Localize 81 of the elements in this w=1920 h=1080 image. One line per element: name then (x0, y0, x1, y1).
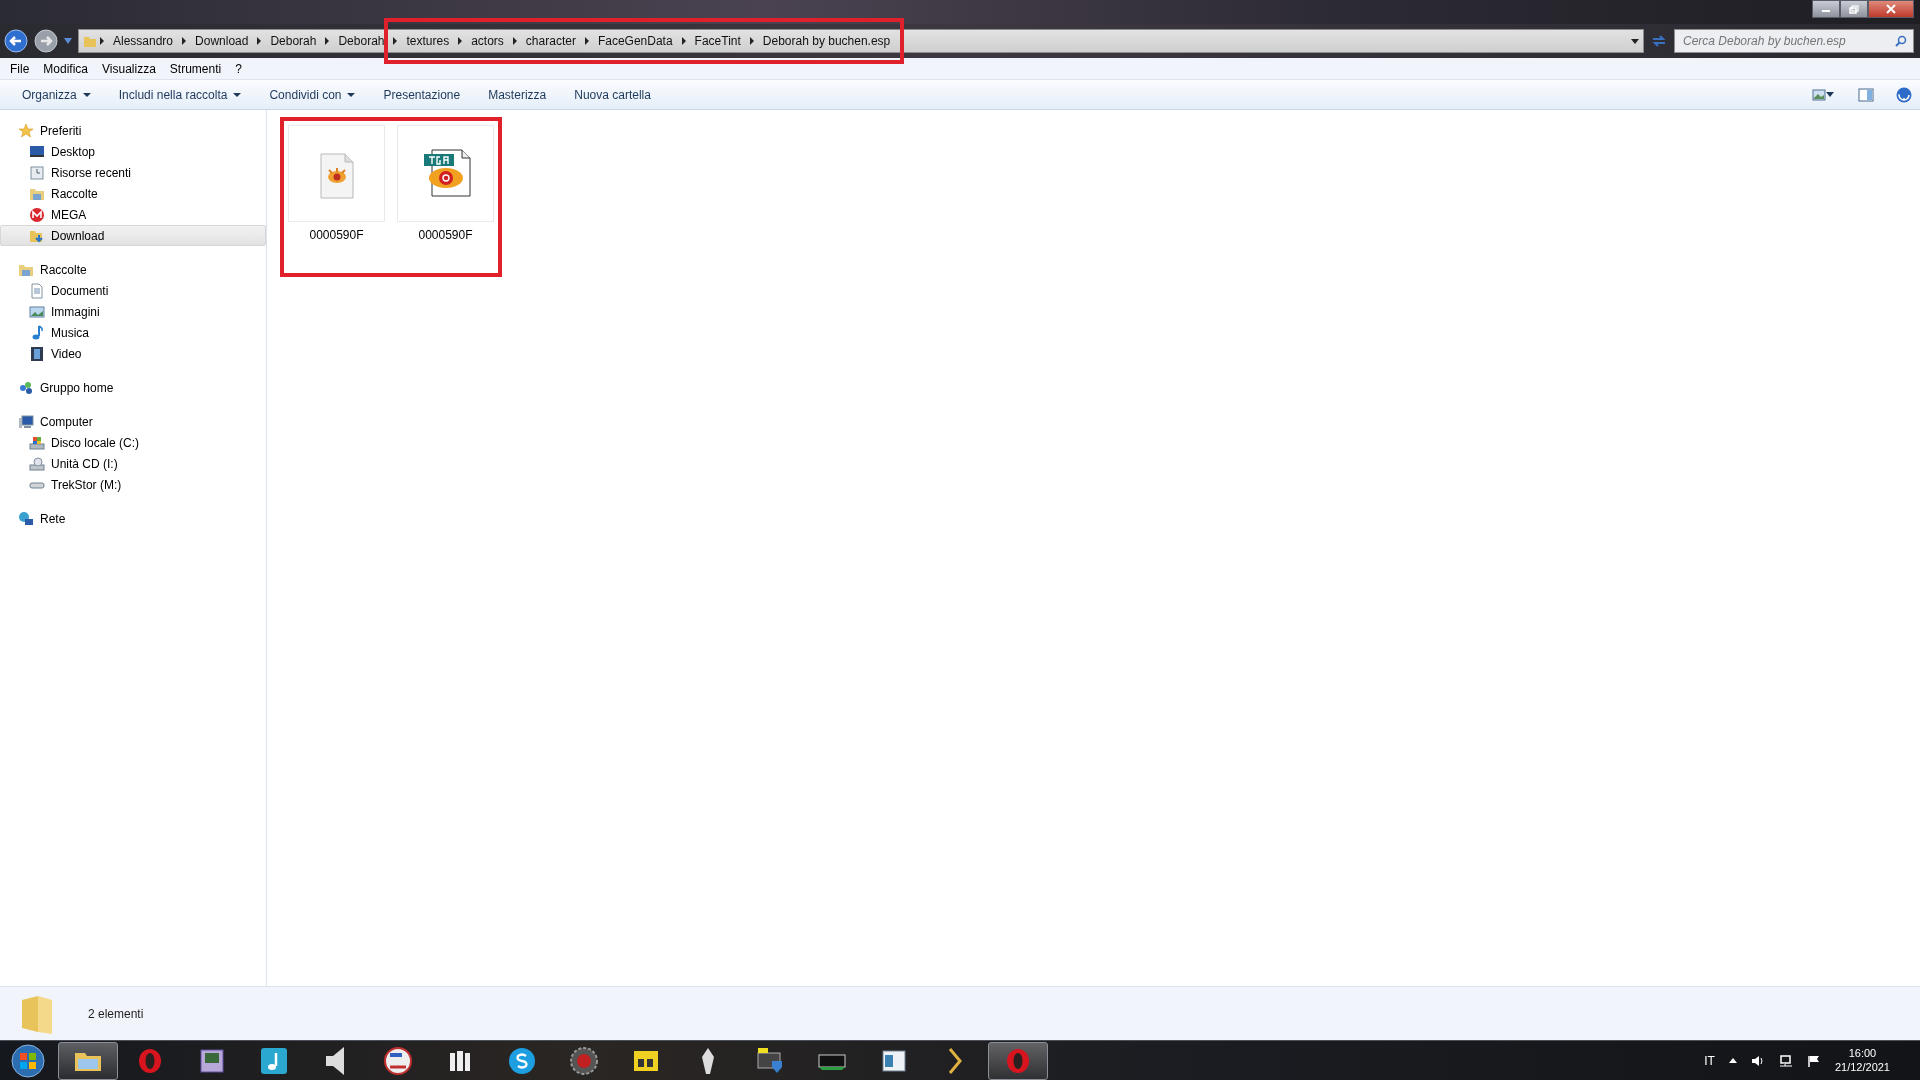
menu-item[interactable]: File (4, 58, 36, 79)
breadcrumb[interactable]: Deborah (332, 32, 391, 50)
search-icon (1895, 35, 1907, 47)
menu-item[interactable]: Visualizza (96, 58, 162, 79)
back-icon[interactable] (4, 29, 28, 53)
maximize-button[interactable] (1840, 0, 1868, 18)
star-icon (18, 122, 34, 139)
network-icon[interactable] (1778, 1054, 1793, 1067)
sidebar-item[interactable]: Unità CD (I:) (0, 453, 266, 474)
toolbar-button[interactable]: Presentazione (369, 82, 475, 107)
dropdown-caret-icon[interactable] (1826, 92, 1834, 97)
sidebar-item[interactable]: MEGA (0, 204, 266, 225)
menu-item[interactable]: ? (229, 58, 248, 79)
homegroup-icon (18, 379, 34, 396)
menu-item[interactable]: Modifica (37, 58, 95, 79)
sidebar-group[interactable]: Gruppo home (0, 377, 266, 398)
restore-icon (1849, 4, 1859, 14)
breadcrumb[interactable]: FaceTint (688, 32, 747, 50)
image-icon (29, 303, 45, 320)
document-icon (29, 282, 45, 299)
toolbar-button[interactable]: Condividi con (255, 82, 370, 107)
sidebar-item[interactable]: Video (0, 343, 266, 364)
globe-icon (18, 510, 34, 527)
sidebar-group[interactable]: Preferiti (0, 120, 266, 141)
sidebar-item[interactable]: Raccolte (0, 183, 266, 204)
folder-icon (83, 34, 97, 48)
sidebar-item[interactable]: Desktop (0, 141, 266, 162)
round-logo-icon (382, 1044, 414, 1077)
breadcrumb[interactable]: FaceGenData (591, 32, 679, 50)
caret-icon (82, 92, 91, 97)
menu-item[interactable]: Strumenti (163, 58, 228, 79)
clock-date[interactable]: 21/12/2021 (1834, 1060, 1890, 1075)
clock-time[interactable]: 16:00 (1848, 1046, 1877, 1061)
minimize-button[interactable] (1812, 0, 1840, 18)
computer-icon (18, 413, 34, 430)
film-icon (29, 345, 45, 362)
clock-icon (29, 164, 45, 181)
sidebar-group[interactable]: Rete (0, 508, 266, 529)
dropdown-caret-icon[interactable] (1631, 38, 1639, 44)
taskbar-app[interactable] (58, 1041, 118, 1080)
language-indicator[interactable]: IT (1704, 1051, 1715, 1070)
volume-icon[interactable] (1750, 1054, 1765, 1067)
breadcrumb[interactable]: Deborah (264, 32, 323, 50)
sidebar-group[interactable]: Raccolte (0, 259, 266, 280)
sidebar-item[interactable]: Documenti (0, 280, 266, 301)
breadcrumb[interactable]: Download (189, 32, 255, 50)
sidebar-item[interactable]: Download (0, 225, 266, 246)
breadcrumb[interactable]: actors (465, 32, 510, 50)
sidebar-item[interactable]: TrekStor (M:) (0, 474, 266, 495)
view-icon[interactable] (1812, 88, 1826, 101)
caret-icon (233, 92, 242, 97)
caret-icon (347, 92, 356, 97)
close-button[interactable] (1868, 0, 1914, 18)
start-orb-icon (11, 1043, 45, 1078)
cd-drive-icon (29, 455, 45, 472)
gear-icon (568, 1044, 600, 1077)
help-icon[interactable] (1896, 86, 1912, 103)
breadcrumb[interactable]: character (519, 32, 582, 50)
history-caret-icon[interactable] (64, 38, 72, 44)
sidebar-item[interactable]: Disco locale (C:) (0, 432, 266, 453)
flag-icon[interactable] (1806, 1054, 1821, 1067)
close-icon (1886, 4, 1896, 14)
toolbar-button[interactable]: Nuova cartella (560, 82, 665, 107)
tray-expand-icon[interactable] (1728, 1058, 1737, 1063)
breadcrumb[interactable]: Alessandro (107, 32, 180, 50)
toolbar-button[interactable]: Organizza (8, 82, 105, 107)
sidebar-item[interactable]: Musica (0, 322, 266, 343)
status-text: 2 elementi (88, 1005, 144, 1023)
sidebar-group[interactable]: Computer (0, 411, 266, 432)
toolbar-button[interactable]: Includi nella raccolta (104, 82, 256, 107)
search-field[interactable]: Cerca Deborah by buchen.esp (1674, 29, 1914, 53)
sidebar-item[interactable]: Risorse recenti (0, 162, 266, 183)
drive-icon (29, 434, 45, 451)
toolbar-button[interactable]: Masterizza (474, 82, 561, 107)
breadcrumb[interactable]: textures (400, 32, 456, 50)
breadcrumb[interactable]: Deborah by buchen.esp (756, 32, 897, 50)
circle-logo-icon (29, 206, 45, 223)
address-bar[interactable]: Alessandro Download Deborah Deborah textures actors character FaceGenData FaceTint Deborah by buchen.esp (78, 29, 1644, 53)
monitor-icon (29, 143, 45, 160)
sidebar-item[interactable]: Immagini (0, 301, 266, 322)
forward-icon[interactable] (34, 29, 58, 53)
